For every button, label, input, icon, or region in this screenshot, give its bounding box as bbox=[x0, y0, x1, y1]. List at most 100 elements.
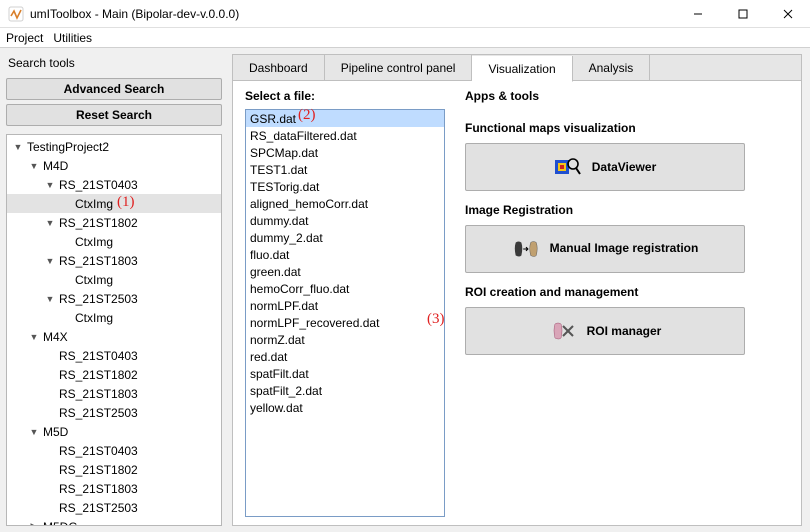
select-file-label: Select a file: bbox=[245, 89, 445, 103]
manual-image-registration-label: Manual Image registration bbox=[550, 242, 699, 255]
tab-visualization[interactable]: Visualization bbox=[472, 56, 572, 82]
file-row[interactable]: dummy.dat bbox=[246, 212, 444, 229]
dataviewer-button[interactable]: DataViewer bbox=[465, 143, 745, 191]
chevron-down-icon[interactable]: ▼ bbox=[13, 142, 23, 152]
chevron-down-icon[interactable]: ▼ bbox=[45, 218, 55, 228]
search-tools-label: Search tools bbox=[6, 54, 222, 74]
file-column: Select a file: GSR.datRS_dataFiltered.da… bbox=[245, 89, 445, 517]
tree-node-label: CtxImg bbox=[75, 273, 113, 287]
tab-dashboard[interactable]: Dashboard bbox=[233, 55, 325, 81]
tree-node-label: CtxImg bbox=[75, 311, 113, 325]
tree-node[interactable]: RS_21ST1803 bbox=[7, 479, 221, 498]
tree-node-label: RS_21ST0403 bbox=[59, 349, 138, 363]
roi-manager-label: ROI manager bbox=[587, 324, 662, 338]
file-row[interactable]: fluo.dat bbox=[246, 246, 444, 263]
tree-node-label: M5DG bbox=[43, 520, 78, 527]
advanced-search-button[interactable]: Advanced Search bbox=[6, 78, 222, 100]
tree-node[interactable]: ▼TestingProject2 bbox=[7, 137, 221, 156]
file-row[interactable]: TESTorig.dat bbox=[246, 178, 444, 195]
left-panel: Search tools Advanced Search Reset Searc… bbox=[0, 48, 228, 532]
minimize-button[interactable] bbox=[675, 0, 720, 28]
tree-node-label: RS_21ST1803 bbox=[59, 387, 138, 401]
tree-node-label: RS_21ST2503 bbox=[59, 501, 138, 515]
chevron-right-icon[interactable]: ▶ bbox=[29, 521, 39, 526]
tree-node[interactable]: ▼M4X bbox=[7, 327, 221, 346]
tree-node[interactable]: RS_21ST1802 bbox=[7, 365, 221, 384]
file-row[interactable]: aligned_hemoCorr.dat bbox=[246, 195, 444, 212]
project-tree[interactable]: ▼TestingProject2▼M4D▼RS_21ST0403CtxImg▼R… bbox=[6, 134, 222, 526]
file-row[interactable]: normLPF.dat bbox=[246, 297, 444, 314]
roi-manager-icon bbox=[549, 320, 577, 342]
tree-node[interactable]: ▼ RS_21ST1803 bbox=[7, 251, 221, 270]
tree-node-label: RS_21ST1803 bbox=[59, 482, 138, 496]
tree-node[interactable]: RS_21ST1803 bbox=[7, 384, 221, 403]
tab-analysis[interactable]: Analysis bbox=[573, 55, 651, 81]
chevron-down-icon[interactable]: ▼ bbox=[29, 161, 39, 171]
tree-node[interactable]: CtxImg bbox=[7, 232, 221, 251]
file-list[interactable]: GSR.datRS_dataFiltered.datSPCMap.datTEST… bbox=[245, 109, 445, 517]
tree-node-label: RS_21ST0403 bbox=[59, 178, 138, 192]
file-row[interactable]: spatFilt.dat bbox=[246, 365, 444, 382]
tree-node[interactable]: CtxImg bbox=[7, 194, 221, 213]
section-heading-roi: ROI creation and management bbox=[465, 285, 789, 299]
tree-node[interactable]: RS_21ST1802 bbox=[7, 460, 221, 479]
chevron-down-icon[interactable]: ▼ bbox=[45, 294, 55, 304]
apps-tools-label: Apps & tools bbox=[465, 89, 789, 103]
app-logo-icon bbox=[8, 6, 24, 22]
chevron-down-icon[interactable]: ▼ bbox=[29, 427, 39, 437]
tree-node[interactable]: ▼ M5D bbox=[7, 422, 221, 441]
file-row[interactable]: green.dat bbox=[246, 263, 444, 280]
dataviewer-icon bbox=[554, 156, 582, 178]
section-heading-functional-maps: Functional maps visualization bbox=[465, 121, 789, 135]
close-button[interactable] bbox=[765, 0, 810, 28]
tab-pipeline[interactable]: Pipeline control panel bbox=[325, 55, 473, 81]
tree-node-label: RS_21ST1802 bbox=[59, 463, 138, 477]
file-row[interactable]: TEST1.dat bbox=[246, 161, 444, 178]
manual-image-registration-button[interactable]: Manual Image registration bbox=[465, 225, 745, 273]
tree-node[interactable]: RS_21ST0403 bbox=[7, 346, 221, 365]
tree-node[interactable]: RS_21ST2503 bbox=[7, 403, 221, 422]
tab-body: Select a file: GSR.datRS_dataFiltered.da… bbox=[232, 80, 802, 526]
tree-node[interactable]: ▼ M4D bbox=[7, 156, 221, 175]
tree-node[interactable]: CtxImg bbox=[7, 308, 221, 327]
tree-node-label: RS_21ST1802 bbox=[59, 216, 138, 230]
tree-node[interactable]: ▼ RS_21ST1802 bbox=[7, 213, 221, 232]
menu-utilities[interactable]: Utilities bbox=[53, 31, 92, 45]
tree-node-label: RS_21ST1803 bbox=[59, 254, 138, 268]
file-row[interactable]: dummy_2.dat bbox=[246, 229, 444, 246]
file-row[interactable]: yellow.dat bbox=[246, 399, 444, 416]
section-heading-image-registration: Image Registration bbox=[465, 203, 789, 217]
dataviewer-label: DataViewer bbox=[592, 160, 656, 174]
file-row[interactable]: hemoCorr_fluo.dat bbox=[246, 280, 444, 297]
file-row[interactable]: GSR.dat bbox=[246, 110, 444, 127]
roi-manager-button[interactable]: ROI manager bbox=[465, 307, 745, 355]
tree-node[interactable]: CtxImg bbox=[7, 270, 221, 289]
reset-search-button[interactable]: Reset Search bbox=[6, 104, 222, 126]
tree-node[interactable]: ▶ M5DG bbox=[7, 517, 221, 526]
chevron-down-icon[interactable]: ▼ bbox=[45, 256, 55, 266]
tree-node[interactable]: RS_21ST2503 bbox=[7, 498, 221, 517]
file-row[interactable]: spatFilt_2.dat bbox=[246, 382, 444, 399]
file-row[interactable]: red.dat bbox=[246, 348, 444, 365]
titlebar: umIToolbox - Main (Bipolar-dev-v.0.0.0) bbox=[0, 0, 810, 28]
apps-column: Apps & tools Functional maps visualizati… bbox=[445, 89, 789, 517]
tree-node[interactable]: RS_21ST0403 bbox=[7, 441, 221, 460]
tree-node-label: RS_21ST2503 bbox=[59, 292, 138, 306]
tree-node-label: RS_21ST0403 bbox=[59, 444, 138, 458]
maximize-button[interactable] bbox=[720, 0, 765, 28]
tab-bar: Dashboard Pipeline control panel Visuali… bbox=[232, 54, 802, 80]
tree-node[interactable]: ▼ RS_21ST0403 bbox=[7, 175, 221, 194]
tree-node-label: M4D bbox=[43, 159, 68, 173]
file-row[interactable]: normZ.dat bbox=[246, 331, 444, 348]
tree-node-label: CtxImg bbox=[75, 197, 113, 211]
tree-node-label: M5D bbox=[43, 425, 68, 439]
file-row[interactable]: normLPF_recovered.dat bbox=[246, 314, 444, 331]
file-row[interactable]: RS_dataFiltered.dat bbox=[246, 127, 444, 144]
menu-project[interactable]: Project bbox=[6, 31, 43, 45]
chevron-down-icon[interactable]: ▼ bbox=[45, 180, 55, 190]
file-row[interactable]: SPCMap.dat bbox=[246, 144, 444, 161]
right-panel: Dashboard Pipeline control panel Visuali… bbox=[228, 48, 810, 532]
chevron-down-icon[interactable]: ▼ bbox=[29, 332, 39, 342]
registration-icon bbox=[512, 238, 540, 260]
tree-node[interactable]: ▼ RS_21ST2503 bbox=[7, 289, 221, 308]
